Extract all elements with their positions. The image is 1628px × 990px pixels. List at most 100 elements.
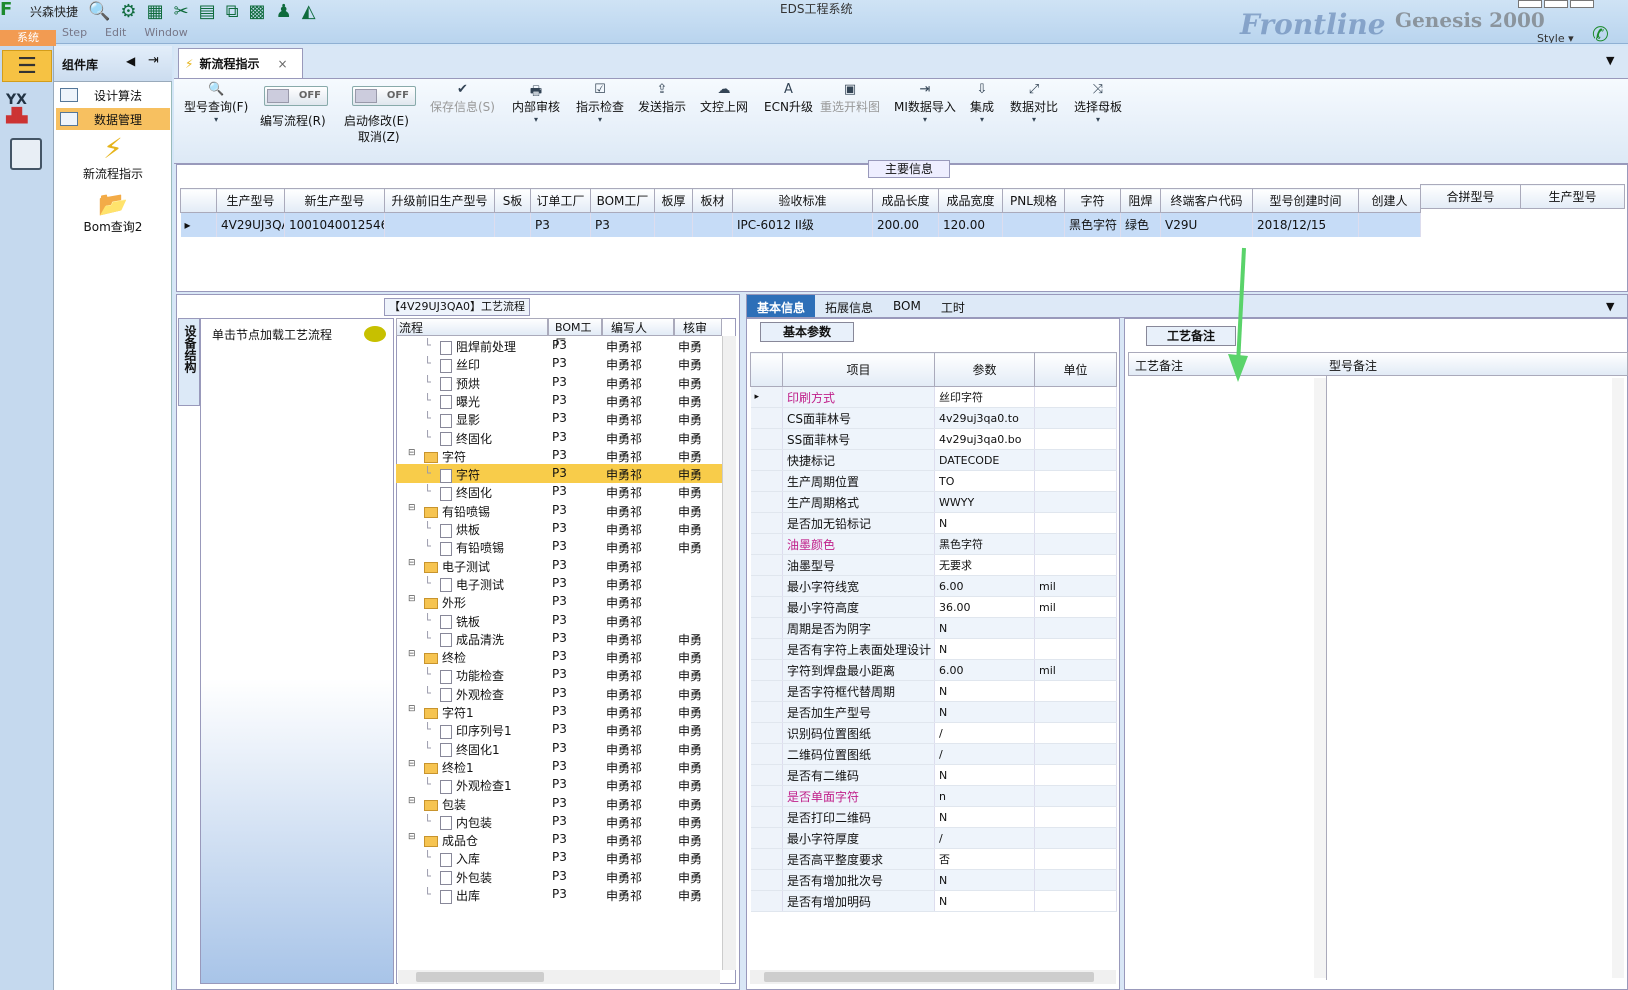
table-row[interactable]: 最小字符厚度 / bbox=[750, 827, 1117, 849]
tree-node[interactable]: 烘板 bbox=[440, 521, 480, 538]
tree-row[interactable]: └ 显影 P3 申勇祁 申勇 bbox=[396, 409, 722, 428]
document-control-online-button[interactable]: ☁ 文控上网 bbox=[700, 82, 748, 115]
write-flow-toggle[interactable]: OFF bbox=[264, 86, 328, 106]
tree-row[interactable]: └ 终固化 P3 申勇祁 申勇 bbox=[396, 482, 722, 501]
tab-process-notes[interactable]: 工艺备注 bbox=[1146, 326, 1236, 346]
collapse-icon[interactable]: ⊟ bbox=[408, 503, 416, 513]
tree-node[interactable]: 外形 bbox=[424, 594, 466, 611]
collapse-icon[interactable]: ⊟ bbox=[408, 558, 416, 568]
ecn-upgrade-button[interactable]: A ECN升级 bbox=[764, 82, 813, 115]
table-cell[interactable] bbox=[1358, 212, 1421, 237]
column-header[interactable]: BOM工厂 bbox=[548, 318, 602, 350]
column-header[interactable]: 参数 bbox=[934, 352, 1035, 387]
hamburger-menu-icon[interactable]: ☰ bbox=[2, 50, 52, 82]
tree-row[interactable]: └ 外观检查1 P3 申勇祁 申勇 bbox=[396, 775, 722, 794]
tree-row[interactable]: ⊟ 终检 P3 申勇祁 申勇 bbox=[396, 647, 722, 666]
tree-row[interactable]: └ 成品清洗 P3 申勇祁 申勇 bbox=[396, 629, 722, 648]
chevron-left-icon[interactable]: ◀ bbox=[126, 54, 135, 68]
param-value[interactable]: WWYY bbox=[934, 491, 1035, 513]
column-header[interactable]: 成品宽度 bbox=[938, 188, 1003, 213]
row-selector[interactable] bbox=[750, 428, 783, 450]
row-selector[interactable]: ▸ bbox=[750, 386, 783, 408]
tree-row[interactable]: └ 有铅喷锡 P3 申勇祁 申勇 bbox=[396, 537, 722, 556]
row-selector[interactable] bbox=[750, 785, 783, 807]
column-header[interactable]: 流程 bbox=[396, 318, 548, 336]
tree-node[interactable]: 成品仓 bbox=[424, 832, 478, 849]
param-value[interactable]: N bbox=[934, 617, 1035, 639]
process-note-column[interactable]: 工艺备注 bbox=[1135, 357, 1183, 374]
column-header[interactable]: 生产型号 bbox=[216, 188, 285, 213]
grid-icon[interactable]: ▩ bbox=[249, 3, 266, 21]
tree-row[interactable]: ⊟ 外形 P3 申勇祁 bbox=[396, 592, 722, 611]
tree-node[interactable]: 有铅喷锡 bbox=[424, 503, 490, 520]
table-row[interactable]: 快捷标记 DATECODE bbox=[750, 449, 1117, 471]
column-header[interactable]: 项目 bbox=[782, 352, 935, 387]
table-row[interactable]: CS面菲林号 4v29uj3qa0.to bbox=[750, 407, 1117, 429]
tree-node[interactable]: 终检1 bbox=[424, 759, 474, 776]
column-header[interactable]: S板 bbox=[494, 188, 531, 213]
tree-node[interactable]: 电子测试 bbox=[424, 558, 490, 575]
row-selector[interactable] bbox=[750, 596, 783, 618]
param-value[interactable]: n bbox=[934, 785, 1035, 807]
tree-node[interactable]: 预烘 bbox=[440, 375, 480, 392]
row-selector[interactable] bbox=[750, 512, 783, 534]
enable-edit-toggle[interactable]: OFF bbox=[352, 86, 416, 106]
data-compare-button[interactable]: ⤢ 数据对比 ▾ bbox=[1010, 82, 1058, 131]
tree-node[interactable]: 终固化1 bbox=[440, 741, 500, 758]
row-selector[interactable] bbox=[750, 722, 783, 744]
table-row[interactable]: 是否有字符上表面处理设计 N bbox=[750, 638, 1117, 660]
tab-device-structure[interactable]: 设备结构 bbox=[178, 318, 200, 406]
tree-node[interactable]: 终固化 bbox=[440, 430, 492, 447]
row-selector[interactable] bbox=[750, 449, 783, 471]
tree-node[interactable]: 曝光 bbox=[440, 393, 480, 410]
row-selector[interactable] bbox=[750, 806, 783, 828]
tree-node[interactable]: 丝印 bbox=[440, 356, 480, 373]
row-selector[interactable] bbox=[750, 470, 783, 492]
param-value[interactable]: N bbox=[934, 764, 1035, 786]
table-cell[interactable]: 黑色字符 bbox=[1064, 212, 1121, 237]
table-cell[interactable] bbox=[494, 212, 531, 237]
tree-row[interactable]: └ 字符 P3 申勇祁 申勇 bbox=[396, 464, 722, 484]
param-value[interactable]: N bbox=[934, 869, 1035, 891]
tree-node[interactable]: 字符 bbox=[424, 448, 466, 465]
column-header[interactable]: 订单工厂 bbox=[530, 188, 591, 213]
library-item-design-algorithm[interactable]: 设计算法 bbox=[56, 84, 170, 106]
param-value[interactable]: 黑色字符 bbox=[934, 533, 1035, 555]
param-value[interactable]: / bbox=[934, 722, 1035, 744]
tab-new-flow-instruction[interactable]: ⚡ 新流程指示 × bbox=[178, 48, 303, 78]
row-selector[interactable] bbox=[750, 638, 783, 660]
tree-row[interactable]: ⊟ 字符1 P3 申勇祁 申勇 bbox=[396, 702, 722, 721]
table-cell[interactable] bbox=[692, 212, 733, 237]
table-cell[interactable]: P3 bbox=[590, 212, 655, 237]
table-row[interactable]: 是否加无铅标记 N bbox=[750, 512, 1117, 534]
column-header[interactable]: 合拼型号 bbox=[1420, 184, 1521, 209]
param-value[interactable]: N bbox=[934, 680, 1035, 702]
row-selector[interactable] bbox=[750, 848, 783, 870]
param-value[interactable]: 6.00 bbox=[934, 659, 1035, 681]
table-row[interactable]: ▸ 印刷方式 丝印字符 bbox=[750, 386, 1117, 408]
tree-node[interactable]: 包装 bbox=[424, 796, 466, 813]
tree-node[interactable]: 入库 bbox=[440, 850, 480, 867]
tree-row[interactable]: └ 阻焊前处理 P3 申勇祁 申勇 bbox=[396, 336, 722, 355]
param-value[interactable]: 无要求 bbox=[934, 554, 1035, 576]
table-row[interactable]: 识别码位置图纸 / bbox=[750, 722, 1117, 744]
column-header[interactable]: 终端客户代码 bbox=[1160, 188, 1253, 213]
table-cell[interactable]: 绿色 bbox=[1120, 212, 1161, 237]
tree-node[interactable]: 外观检查1 bbox=[440, 777, 512, 794]
tree-row[interactable]: ⊟ 成品仓 P3 申勇祁 申勇 bbox=[396, 830, 722, 849]
tree-node[interactable]: 内包装 bbox=[440, 814, 492, 831]
tab-basic-info[interactable]: 基本信息 bbox=[747, 295, 816, 317]
tab-bom[interactable]: BOM bbox=[883, 295, 931, 317]
table-icon[interactable]: ▦ bbox=[147, 3, 164, 21]
tree-row[interactable]: └ 烘板 P3 申勇祁 申勇 bbox=[396, 519, 722, 538]
collapse-icon[interactable]: ⊟ bbox=[408, 796, 416, 806]
param-value[interactable]: N bbox=[934, 701, 1035, 723]
library-item-data-management[interactable]: 数据管理 bbox=[56, 108, 170, 130]
table-row[interactable]: 是否单面字符 n bbox=[750, 785, 1117, 807]
calculator-icon[interactable] bbox=[10, 138, 42, 170]
table-cell[interactable]: 200.00 bbox=[872, 212, 939, 237]
table-cell[interactable]: 10010400125467 bbox=[284, 212, 385, 237]
table-cell[interactable]: V29U bbox=[1160, 212, 1253, 237]
tree-row[interactable]: └ 印序列号1 P3 申勇祁 申勇 bbox=[396, 720, 722, 739]
tree-row[interactable]: └ 预烘 P3 申勇祁 申勇 bbox=[396, 373, 722, 392]
